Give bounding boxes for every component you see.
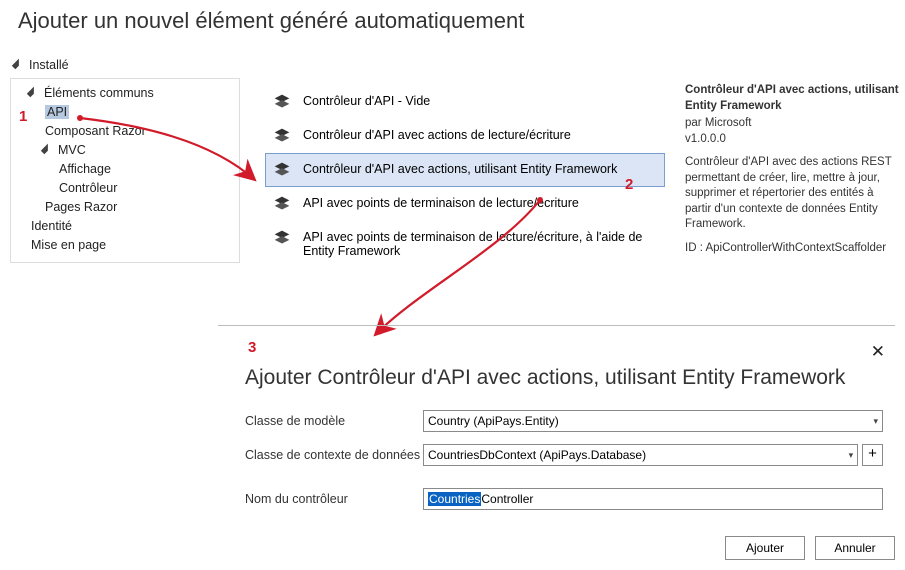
detail-author: par Microsoft <box>685 116 900 132</box>
api-controller-icon <box>271 159 293 181</box>
tree-item-mvc[interactable]: MVC <box>11 140 239 159</box>
detail-title: Contrôleur d'API avec actions, utilisant… <box>685 83 900 114</box>
template-item-api-ef[interactable]: Contrôleur d'API avec actions, utilisant… <box>265 153 665 187</box>
cancel-button[interactable]: Annuler <box>815 536 895 560</box>
chevron-down-icon: ▾ <box>849 450 854 461</box>
template-item-api-empty[interactable]: Contrôleur d'API - Vide <box>265 85 665 119</box>
model-class-label: Classe de modèle <box>245 414 423 428</box>
tree-item-identity[interactable]: Identité <box>11 216 239 235</box>
template-list: Contrôleur d'API - Vide Contrôleur d'API… <box>265 85 665 264</box>
template-item-endpoints-rw[interactable]: API avec points de terminaison de lectur… <box>265 187 665 221</box>
controller-name-rest: Controller <box>481 492 533 506</box>
detail-description: Contrôleur d'API avec des actions REST p… <box>685 155 900 233</box>
template-label: Contrôleur d'API - Vide <box>303 91 430 108</box>
template-item-api-rw[interactable]: Contrôleur d'API avec actions de lecture… <box>265 119 665 153</box>
tree-item-layout[interactable]: Mise en page <box>11 235 239 254</box>
close-button[interactable]: ✕ <box>871 342 885 362</box>
detail-version: v1.0.0.0 <box>685 132 900 148</box>
tree-label: MVC <box>58 143 86 157</box>
template-label: Contrôleur d'API avec actions de lecture… <box>303 125 571 142</box>
tree-label: Mise en page <box>31 238 106 252</box>
tree-label: Installé <box>29 58 69 72</box>
tree-label: Affichage <box>59 162 111 176</box>
tree-label: Contrôleur <box>59 181 117 195</box>
template-item-endpoints-ef[interactable]: API avec points de terminaison de lectur… <box>265 221 665 264</box>
template-details: Contrôleur d'API avec actions, utilisant… <box>685 83 900 256</box>
api-controller-icon <box>271 193 293 215</box>
context-class-label: Classe de contexte de données <box>245 448 423 462</box>
tree-item-installed[interactable]: Installé <box>10 55 240 74</box>
tree-label: Éléments communs <box>44 86 154 100</box>
dialog2-title: Ajouter Contrôleur d'API avec actions, u… <box>218 341 895 404</box>
tree-item-razor-pages[interactable]: Pages Razor <box>11 197 239 216</box>
tree-item-controller[interactable]: Contrôleur <box>11 178 239 197</box>
template-label: API avec points de terminaison de lectur… <box>303 227 659 258</box>
combo-value: CountriesDbContext (ApiPays.Database) <box>428 448 646 462</box>
tree-item-view[interactable]: Affichage <box>11 159 239 178</box>
api-controller-icon <box>271 227 293 249</box>
second-dialog: ✕ Ajouter Contrôleur d'API avec actions,… <box>218 325 895 522</box>
chevron-down-icon: ▾ <box>873 416 878 427</box>
add-button[interactable]: Ajouter <box>725 536 805 560</box>
tree-label: Composant Razor <box>45 124 146 138</box>
template-label: Contrôleur d'API avec actions, utilisant… <box>303 159 617 176</box>
tree-label: Identité <box>31 219 72 233</box>
model-class-combo[interactable]: Country (ApiPays.Entity) ▾ <box>423 410 883 432</box>
controller-name-selected: Countries <box>428 492 481 506</box>
api-controller-icon <box>271 125 293 147</box>
api-controller-icon <box>271 91 293 113</box>
annotation-1: 1 <box>19 108 27 125</box>
add-context-button[interactable]: + <box>862 444 883 466</box>
detail-id: ID : ApiControllerWithContextScaffolder <box>685 241 900 257</box>
tree-item-razor-component[interactable]: Composant Razor <box>11 121 239 140</box>
window-title: Ajouter un nouvel élément généré automat… <box>0 0 905 34</box>
tree-item-api[interactable]: API <box>11 102 239 121</box>
category-tree: Installé Éléments communs API Composant … <box>10 55 240 263</box>
controller-name-label: Nom du contrôleur <box>245 492 423 506</box>
controller-name-input[interactable]: CountriesController <box>423 488 883 510</box>
template-label: API avec points de terminaison de lectur… <box>303 193 579 210</box>
annotation-2: 2 <box>625 176 633 193</box>
tree-label: API <box>45 105 69 119</box>
tree-label: Pages Razor <box>45 200 117 214</box>
combo-value: Country (ApiPays.Entity) <box>428 414 559 428</box>
tree-item-common[interactable]: Éléments communs <box>11 83 239 102</box>
context-class-combo[interactable]: CountriesDbContext (ApiPays.Database) ▾ <box>423 444 858 466</box>
